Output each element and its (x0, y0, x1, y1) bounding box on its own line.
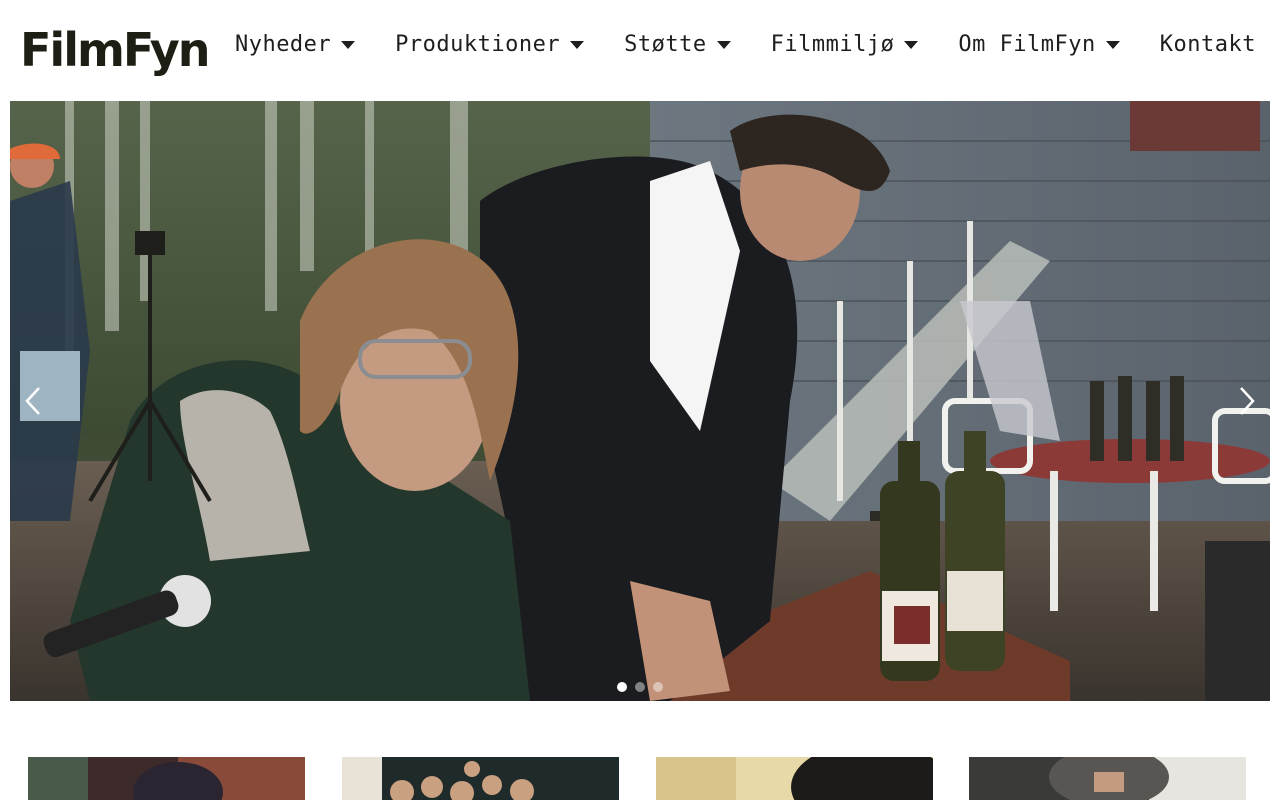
news-card-image-1[interactable] (28, 757, 305, 800)
nav-item-filmmiljoe[interactable]: Filmmiljø (771, 32, 919, 57)
slider-prev-button[interactable] (16, 384, 50, 418)
nav-item-om-filmfyn[interactable]: Om FilmFyn (958, 31, 1120, 57)
caret-down-icon (341, 41, 356, 49)
caret-down-icon (716, 41, 731, 49)
slider-next-button[interactable] (1230, 384, 1264, 418)
nav-item-kontakt[interactable]: Kontakt (1160, 32, 1256, 57)
caret-down-icon (570, 41, 585, 49)
site-header: FilmFyn Nyheder Produktioner Støtte Film… (0, 0, 1280, 100)
caret-down-icon (1105, 41, 1120, 49)
slider-dot-1[interactable] (617, 682, 627, 692)
news-cards-row (0, 757, 1280, 800)
nav-item-stoette[interactable]: Støtte (624, 31, 731, 57)
nav-item-nyheder[interactable]: Nyheder (234, 31, 356, 57)
site-logo[interactable]: FilmFyn (20, 22, 211, 78)
hero-slider (10, 101, 1270, 701)
nav-item-label: Støtte (624, 31, 707, 57)
nav-item-label: Om FilmFyn (958, 31, 1096, 57)
news-card-image-4[interactable] (969, 757, 1246, 800)
hero-slide-image (10, 101, 1270, 701)
news-card-image-3[interactable] (656, 757, 933, 800)
chevron-left-icon (25, 387, 40, 415)
slider-dot-2[interactable] (635, 682, 645, 692)
nav-item-produktioner[interactable]: Produktioner (395, 31, 585, 57)
nav-item-label: Produktioner (395, 31, 561, 57)
nav-item-label: Nyheder (234, 31, 332, 57)
nav-item-label: Kontakt (1159, 31, 1256, 57)
caret-down-icon (904, 41, 919, 49)
chevron-right-icon (1240, 387, 1255, 415)
slider-pagination (10, 682, 1270, 692)
nav-item-label: Filmmiljø (770, 31, 895, 57)
slider-dot-3[interactable] (653, 682, 663, 692)
news-card-image-2[interactable] (342, 757, 619, 800)
main-nav: Nyheder Produktioner Støtte Filmmiljø Om… (235, 26, 1256, 62)
